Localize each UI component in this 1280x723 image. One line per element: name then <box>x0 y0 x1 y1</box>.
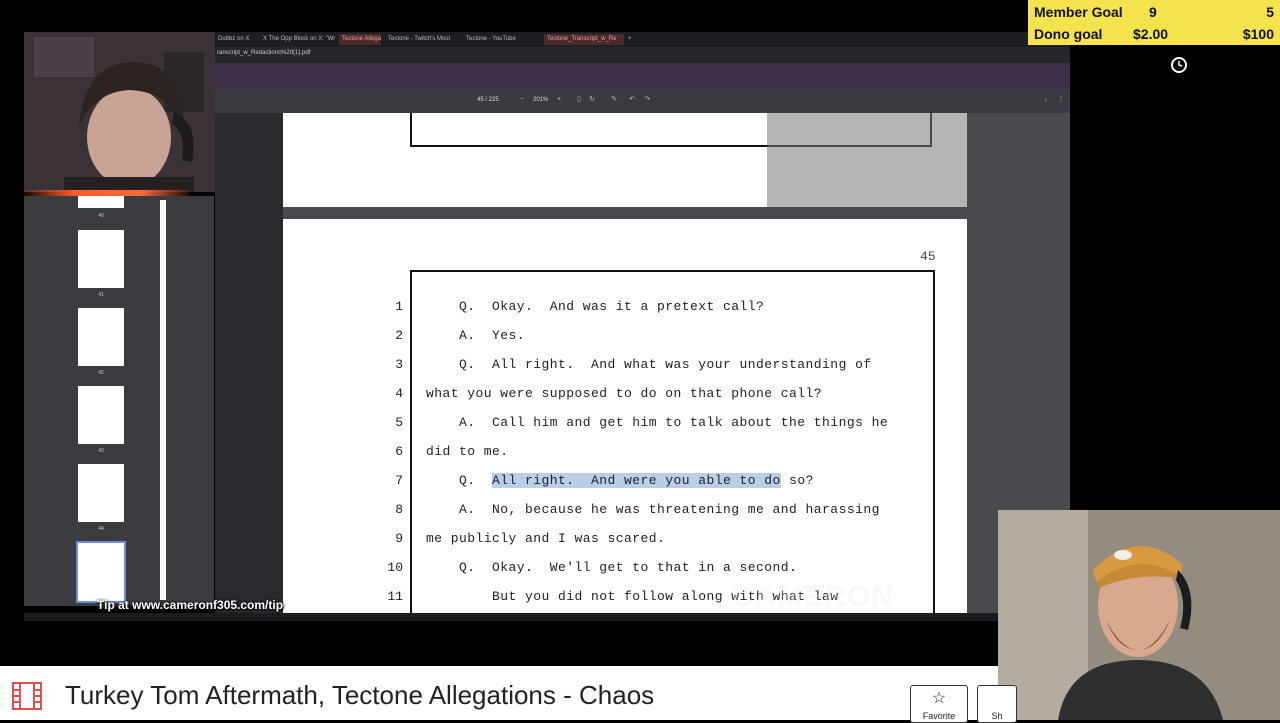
browser-tab[interactable]: Tectone Allega <box>339 34 381 45</box>
bookmarks-bar <box>215 63 1070 89</box>
thumbnail-label: 41 <box>98 292 104 298</box>
page-thumbnail[interactable] <box>78 196 124 208</box>
line-number: 11 <box>387 589 403 604</box>
favorite-button[interactable]: ☆ Favorite <box>910 685 968 723</box>
webcam-person-silhouette <box>24 32 215 192</box>
dono-goal-current: $2.00 <box>1133 26 1169 42</box>
page-number: 45 <box>920 249 936 264</box>
transcript-line: what you were supposed to do on that pho… <box>426 386 823 401</box>
page-thumbnail[interactable] <box>78 230 124 288</box>
transcript-line: A. Yes. <box>426 328 526 343</box>
rotate-icon[interactable]: ↻ <box>588 96 596 104</box>
dono-goal-target: $100 <box>1242 26 1274 42</box>
channel-watermark: CAMERON <box>732 580 894 613</box>
thumbnail-label: 42 <box>98 370 104 376</box>
share-button[interactable]: Sh <box>977 685 1017 723</box>
line-number: 6 <box>395 444 403 459</box>
more-options-icon[interactable]: ⋮ <box>1057 96 1065 104</box>
taskbar <box>24 613 998 621</box>
transcript-line: Q. All right. And were you able to do so… <box>426 473 814 488</box>
undo-icon[interactable]: ↶ <box>628 96 636 104</box>
member-goal-row: Member Goal 9 5 <box>1034 1 1274 23</box>
transcript-line: Q. All right. And what was your understa… <box>426 357 872 372</box>
overlay-shade <box>767 113 967 207</box>
text-selection-highlight[interactable]: All right. And were you able to do <box>492 473 781 488</box>
thumbnail-sidebar[interactable]: 40 41 42 43 44 45 <box>24 196 214 610</box>
line-number: 1 <box>395 299 403 314</box>
dono-goal-label: Dono goal <box>1034 26 1103 42</box>
transcript-line: Q. Okay. And was it a pretext call? <box>426 299 765 314</box>
pdf-page-current[interactable]: 45 1 Q. Okay. And was it a pretext call?… <box>283 219 967 619</box>
transcript-line: A. No, because he was threatening me and… <box>426 502 880 517</box>
browser-tab[interactable]: Tectone - Twitch's Most <box>385 34 457 45</box>
line-number: 10 <box>387 560 403 575</box>
line-number: 5 <box>395 415 403 430</box>
line-number: 4 <box>395 386 403 401</box>
sidebar-scrollbar[interactable] <box>160 200 166 600</box>
new-tab-button[interactable]: + <box>625 34 635 45</box>
video-title: Turkey Tom Aftermath, Tectone Allegation… <box>65 680 655 710</box>
star-icon: ☆ <box>931 690 947 707</box>
transcript-line: did to me. <box>426 444 509 459</box>
film-icon <box>12 682 42 710</box>
transcript-line: A. Call him and get him to talk about th… <box>426 415 889 430</box>
member-goal-label: Member Goal <box>1034 4 1123 20</box>
stream-goals-panel: Member Goal 9 5 Dono goal $2.00 $100 <box>1028 0 1280 45</box>
member-goal-current: 9 <box>1149 4 1157 20</box>
fit-page-icon[interactable]: ▯ <box>575 96 583 104</box>
page-thumbnail-selected[interactable] <box>76 541 126 603</box>
member-goal-target: 5 <box>1266 4 1274 20</box>
page-indicator[interactable]: 45 / 225 <box>477 97 499 103</box>
tip-url-text: Tip at www.cameronf305.com/tip <box>97 598 284 612</box>
line-prefix: Q. <box>426 473 493 488</box>
thumbnail-label: 40 <box>98 213 104 219</box>
zoom-out-icon[interactable]: − <box>518 96 526 104</box>
url-text: ranscript_w_Redactions%20(1).pdf <box>217 50 311 56</box>
address-bar[interactable]: ranscript_w_Redactions%20(1).pdf <box>215 47 1070 63</box>
video-title-bar: Turkey Tom Aftermath, Tectone Allegation… <box>0 666 1017 723</box>
streamer-webcam <box>24 32 215 192</box>
draw-icon[interactable]: ✎ <box>610 96 618 104</box>
zoom-in-icon[interactable]: + <box>555 96 563 104</box>
clock-icon <box>1171 57 1187 73</box>
page-thumbnail[interactable] <box>78 464 124 522</box>
thumbnail-label: 44 <box>98 526 104 532</box>
line-number: 3 <box>395 357 403 372</box>
line-number: 7 <box>395 473 403 488</box>
transcript-line: me publicly and I was scared. <box>426 531 666 546</box>
browser-tab[interactable]: Tectone_Transcript_w_Re <box>544 34 624 45</box>
browser-tab[interactable]: X The Opp Block on X: "Wr <box>260 34 335 45</box>
line-number: 2 <box>395 328 403 343</box>
line-number: 8 <box>395 502 403 517</box>
page-thumbnail[interactable] <box>78 386 124 444</box>
download-icon[interactable]: ↓ <box>1042 96 1050 104</box>
webcam-person-silhouette <box>998 510 1280 720</box>
redo-icon[interactable]: ↷ <box>643 96 651 104</box>
browser-tab[interactable]: Dubbz on X <box>215 34 257 45</box>
dono-goal-row: Dono goal $2.00 $100 <box>1034 23 1274 45</box>
browser-tab[interactable]: Tectone - YouTube <box>463 34 525 45</box>
tab-strip: Dubbz on X X The Opp Block on X: "Wr Tec… <box>215 32 1070 47</box>
webcam-glow-border <box>24 190 190 196</box>
pdf-toolbar: 45 / 225 − 201% + ▯ ↻ ✎ ↶ ↷ ↓ ⋮ <box>215 89 1070 113</box>
line-number: 9 <box>395 531 403 546</box>
transcript-line: Q. Okay. We'll get to that in a second. <box>426 560 798 575</box>
zoom-level[interactable]: 201% <box>533 97 548 103</box>
thumbnail-label: 43 <box>98 448 104 454</box>
pdf-page-previous <box>283 113 967 207</box>
guest-webcam <box>998 510 1280 720</box>
line-suffix: so? <box>780 473 814 488</box>
page-thumbnail[interactable] <box>78 308 124 366</box>
